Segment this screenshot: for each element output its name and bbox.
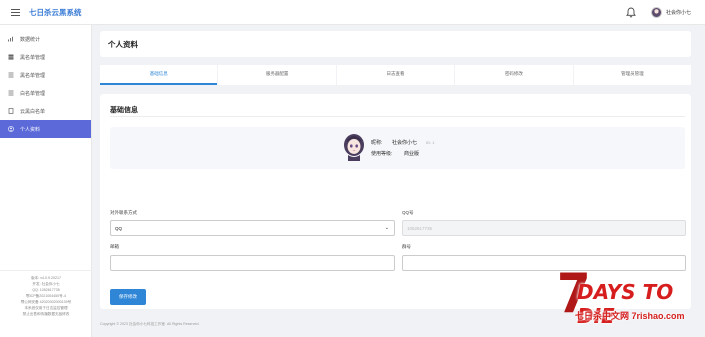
user-icon bbox=[8, 126, 14, 132]
profile-summary: 昵称: 社会你小七 ID: 1 使用等级: 商业版 bbox=[110, 127, 685, 169]
sidebar-item-whitelist[interactable]: 白名单管理 bbox=[0, 84, 91, 102]
tab-basic-info[interactable]: 基础信息 bbox=[100, 65, 218, 85]
watermark-logo: 7 DAYS TO DIE 七日杀中文网 7rishao.com bbox=[555, 266, 700, 329]
sidebar-item-blacklist-2[interactable]: 黑名单管理 bbox=[0, 66, 91, 84]
database-icon bbox=[8, 54, 14, 60]
email-field[interactable] bbox=[110, 255, 395, 271]
sidebar-item-statistics[interactable]: 数据统计 bbox=[0, 30, 91, 48]
user-avatar[interactable] bbox=[650, 7, 662, 18]
list-icon bbox=[8, 72, 14, 78]
section-divider bbox=[110, 116, 685, 117]
chart-icon bbox=[8, 36, 14, 42]
sidebar-item-label: 个人资料 bbox=[20, 126, 41, 133]
contact-method-select[interactable]: QQ ⌄ bbox=[110, 220, 395, 236]
sidebar-footer: 版本: v4.0.9.20217 开发: 社会你小七 QQ: 105261773… bbox=[0, 270, 92, 317]
sidebar-item-cloud-list[interactable]: 云黑白名单 bbox=[0, 102, 91, 120]
sidebar-item-label: 数据统计 bbox=[20, 36, 41, 43]
sidebar-item-label: 云黑白名单 bbox=[20, 108, 46, 115]
sidebar-item-label: 黑名单管理 bbox=[20, 54, 46, 61]
email-label: 邮箱 bbox=[110, 244, 119, 249]
tab-admin-manage[interactable]: 管理员管理 bbox=[573, 65, 692, 85]
app-title[interactable]: 七日杀云黑系统 bbox=[29, 7, 82, 18]
nickname-value: 社会你小七 bbox=[392, 140, 418, 146]
notice-text-2: 禁止出售和传播数据无敌修改 bbox=[22, 312, 70, 316]
nickname-label: 昵称: bbox=[371, 140, 383, 146]
profile-avatar[interactable] bbox=[343, 133, 365, 161]
username[interactable]: 社会你小七 bbox=[666, 9, 691, 16]
sidebar-item-blacklist[interactable]: 黑名单管理 bbox=[0, 48, 91, 66]
sidebar-item-label: 黑名单管理 bbox=[20, 72, 46, 79]
document-icon bbox=[8, 108, 14, 114]
level-value: 商业版 bbox=[404, 151, 420, 157]
group-number-label: 群号 bbox=[402, 244, 411, 249]
list-icon bbox=[8, 90, 14, 96]
section-title: 基础信息 bbox=[110, 107, 138, 114]
top-bar: 七日杀云黑系统 社会你小七 bbox=[0, 0, 705, 25]
level-label: 使用等级: bbox=[371, 151, 393, 157]
contact-method-value: QQ bbox=[115, 225, 123, 231]
contact-method-label: 对外联系方式 bbox=[110, 210, 137, 215]
user-id-badge: ID: 1 bbox=[426, 139, 435, 145]
profile-tabs: 基础信息 服务器配置 日志查看 密码修改 管理员管理 bbox=[100, 65, 692, 85]
page-title: 个人资料 bbox=[100, 31, 691, 57]
topbar-user-area: 社会你小七 bbox=[626, 0, 691, 25]
sidebar: 数据统计 黑名单管理 黑名单管理 白名单管理 云黑白名单 个人资料 版本: v4… bbox=[0, 25, 92, 337]
tab-log-view[interactable]: 日志查看 bbox=[336, 65, 455, 85]
qq-number-field[interactable]: 1052617735 bbox=[402, 220, 686, 236]
qq-number-value: 1052617735 bbox=[407, 225, 433, 231]
hamburger-menu-icon[interactable] bbox=[11, 8, 20, 16]
chevron-down-icon: ⌄ bbox=[384, 225, 389, 231]
save-button[interactable]: 保存修改 bbox=[110, 289, 146, 305]
qq-number-label: QQ号 bbox=[402, 210, 414, 215]
copyright-text: Copyright © 2023 社会你小七科技工作室. All Rights … bbox=[100, 322, 200, 326]
sidebar-item-label: 白名单管理 bbox=[20, 90, 46, 97]
watermark-sub-text: 七日杀中文网 7rishao.com bbox=[575, 311, 685, 321]
tab-server-config[interactable]: 服务器配置 bbox=[218, 65, 336, 85]
bell-icon[interactable] bbox=[626, 7, 636, 18]
tab-password[interactable]: 密码修改 bbox=[455, 65, 573, 85]
sidebar-item-profile[interactable]: 个人资料 bbox=[0, 120, 91, 138]
